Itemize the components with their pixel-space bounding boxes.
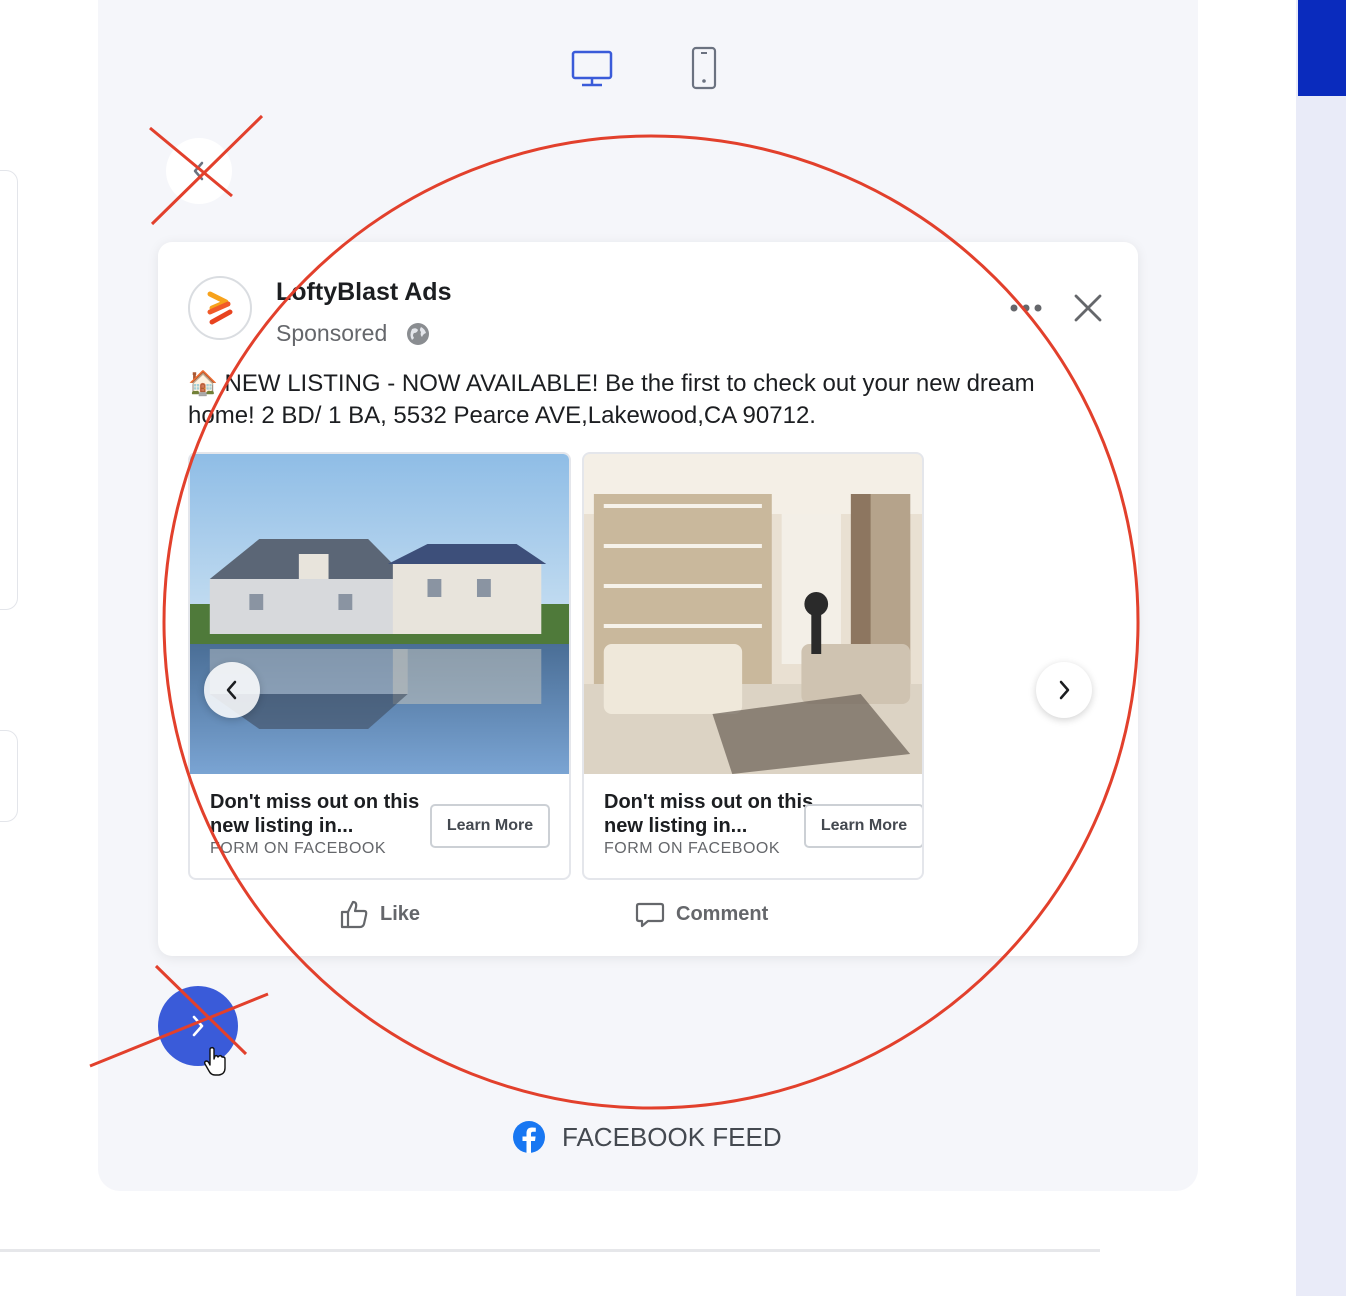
carousel-card[interactable]: Don't miss out on this new listing in...…: [582, 452, 924, 880]
globe-icon: [405, 321, 431, 347]
previous-ad-button[interactable]: [166, 138, 232, 204]
left-panel-card: [0, 170, 18, 610]
card-headline: Don't miss out on this new listing in...: [604, 791, 814, 837]
facebook-logo-icon: [513, 1121, 545, 1153]
chevron-left-icon: [193, 161, 204, 181]
living-room-interior-photo: [584, 454, 922, 774]
card-headline: Don't miss out on this new listing in...: [210, 791, 420, 837]
carousel-next-button[interactable]: [1036, 662, 1092, 718]
thumbs-up-icon: [340, 900, 368, 929]
mobile-preview-button[interactable]: [684, 44, 724, 92]
comment-label: Comment: [676, 902, 769, 925]
sponsored-label: Sponsored: [276, 320, 388, 346]
loftyblast-logo-icon: [207, 291, 233, 325]
ad-primary-text: 🏠 NEW LISTING - NOW AVAILABLE! Be the fi…: [188, 370, 1035, 429]
card-link-caption: FORM ON FACEBOOK: [210, 840, 387, 857]
chevron-right-icon: [1059, 680, 1070, 700]
sponsored-row: Sponsored: [276, 320, 431, 347]
hide-ad-button[interactable]: [1068, 288, 1108, 328]
facebook-ad-preview-card: LoftyBlast Ads Sponsored 🏠 NEW LISTING -…: [158, 242, 1138, 956]
mobile-phone-icon: [691, 46, 717, 90]
placement-name: FACEBOOK FEED: [562, 1121, 782, 1152]
right-sidebar: [1296, 0, 1346, 1296]
like-label: Like: [380, 902, 421, 925]
close-icon: [1074, 294, 1102, 322]
hand-pointer-cursor-icon: [203, 1046, 226, 1076]
ellipsis-icon: [1010, 304, 1042, 312]
card-link-caption: FORM ON FACEBOOK: [604, 840, 781, 857]
page-avatar[interactable]: [188, 276, 252, 340]
left-panel-card: [0, 730, 18, 822]
right-sidebar-active-item[interactable]: [1298, 0, 1346, 96]
learn-more-button[interactable]: Learn More: [804, 804, 922, 848]
page-name[interactable]: LoftyBlast Ads: [276, 278, 451, 307]
chevron-left-icon: [226, 680, 237, 700]
house-waterfront-photo: [190, 454, 569, 774]
divider: [0, 1249, 1100, 1252]
like-button[interactable]: Like: [338, 896, 420, 932]
comment-bubble-icon: [635, 902, 665, 928]
learn-more-button[interactable]: Learn More: [430, 804, 550, 848]
carousel-previous-button[interactable]: [204, 662, 260, 718]
desktop-preview-button[interactable]: [566, 44, 618, 92]
desktop-monitor-icon: [571, 50, 613, 87]
chevron-right-icon: [192, 1015, 204, 1037]
comment-button[interactable]: Comment: [634, 896, 768, 932]
more-options-button[interactable]: [1006, 294, 1046, 322]
placement-label: FACEBOOK FEED: [512, 1120, 782, 1154]
